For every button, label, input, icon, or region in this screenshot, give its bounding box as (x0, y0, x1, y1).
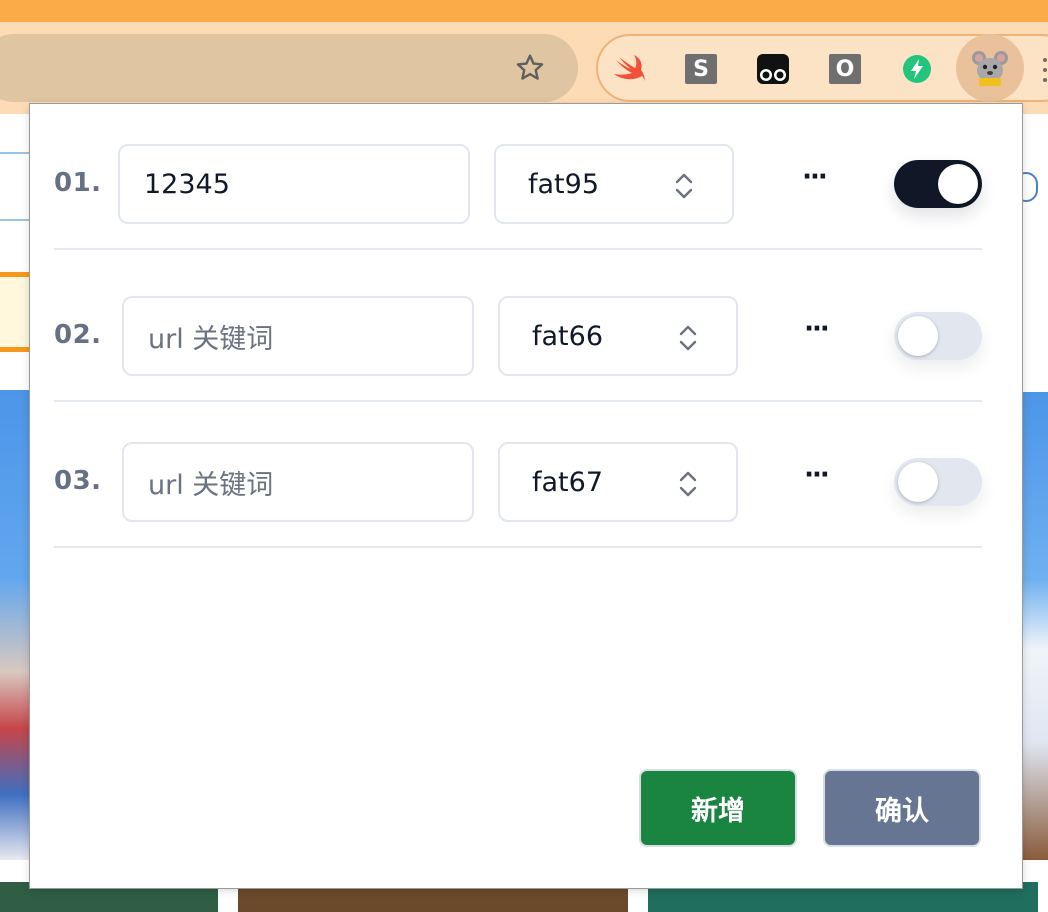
page-bg-line (0, 152, 30, 154)
toggle-knob (898, 316, 938, 356)
o-extension-glyph: O (829, 54, 861, 84)
row-divider (54, 248, 982, 250)
env-select[interactable]: fat95 (494, 144, 734, 224)
row-divider (54, 546, 982, 548)
row-number: 02. (54, 320, 102, 350)
env-select[interactable]: fat67 (498, 442, 738, 522)
env-select[interactable]: fat66 (498, 296, 738, 376)
updown-chevron-icon (675, 173, 693, 199)
confirm-button[interactable]: 确认 (823, 769, 981, 847)
tampermonkey-icon[interactable] (756, 52, 790, 86)
url-keyword-input[interactable]: 12345 (118, 144, 470, 224)
enable-toggle[interactable] (894, 458, 982, 506)
page-bg-line (0, 219, 30, 221)
more-options-button[interactable]: ··· (796, 460, 836, 490)
more-options-button[interactable]: ··· (796, 314, 836, 344)
address-bar[interactable] (0, 34, 578, 102)
updown-chevron-icon (679, 325, 697, 351)
browser-menu-icon[interactable] (1042, 58, 1048, 82)
page-bg-banner (0, 272, 30, 352)
url-keyword-input[interactable]: url 关键词 (122, 296, 474, 376)
row-number: 01. (54, 168, 102, 198)
s-extension-icon[interactable]: S (684, 52, 718, 86)
enable-toggle[interactable] (894, 160, 982, 208)
window-top-strip (0, 0, 1048, 22)
toggle-knob (898, 462, 938, 502)
add-button[interactable]: 新增 (639, 769, 797, 847)
url-keyword-input[interactable]: url 关键词 (122, 442, 474, 522)
enable-toggle[interactable] (894, 312, 982, 360)
o-extension-icon[interactable]: O (828, 52, 862, 86)
rule-row: 02. url 关键词 fat66 ··· (54, 256, 982, 402)
swift-icon[interactable] (612, 52, 646, 86)
extension-popup: 01. 12345 fat95 ··· 02. url 关键词 fat66 ··… (29, 103, 1023, 889)
env-select-value: fat66 (532, 320, 603, 352)
env-select-value: fat95 (528, 168, 599, 200)
rule-row: 01. 12345 fat95 ··· (54, 104, 982, 250)
mouse-extension-icon[interactable] (956, 34, 1024, 102)
updown-chevron-icon (679, 471, 697, 497)
row-number: 03. (54, 466, 102, 496)
more-options-button[interactable]: ··· (794, 162, 834, 192)
s-extension-glyph: S (685, 54, 717, 84)
browser-toolbar: S O (0, 22, 1048, 114)
rule-row: 03. url 关键词 fat67 ··· (54, 402, 982, 548)
bookmark-star-icon[interactable] (510, 46, 550, 90)
toggle-knob (938, 164, 978, 204)
env-select-value: fat67 (532, 466, 603, 498)
lightning-extension-icon[interactable] (900, 52, 934, 86)
page-bg-image (0, 390, 30, 860)
page-bg-image (1022, 392, 1048, 860)
